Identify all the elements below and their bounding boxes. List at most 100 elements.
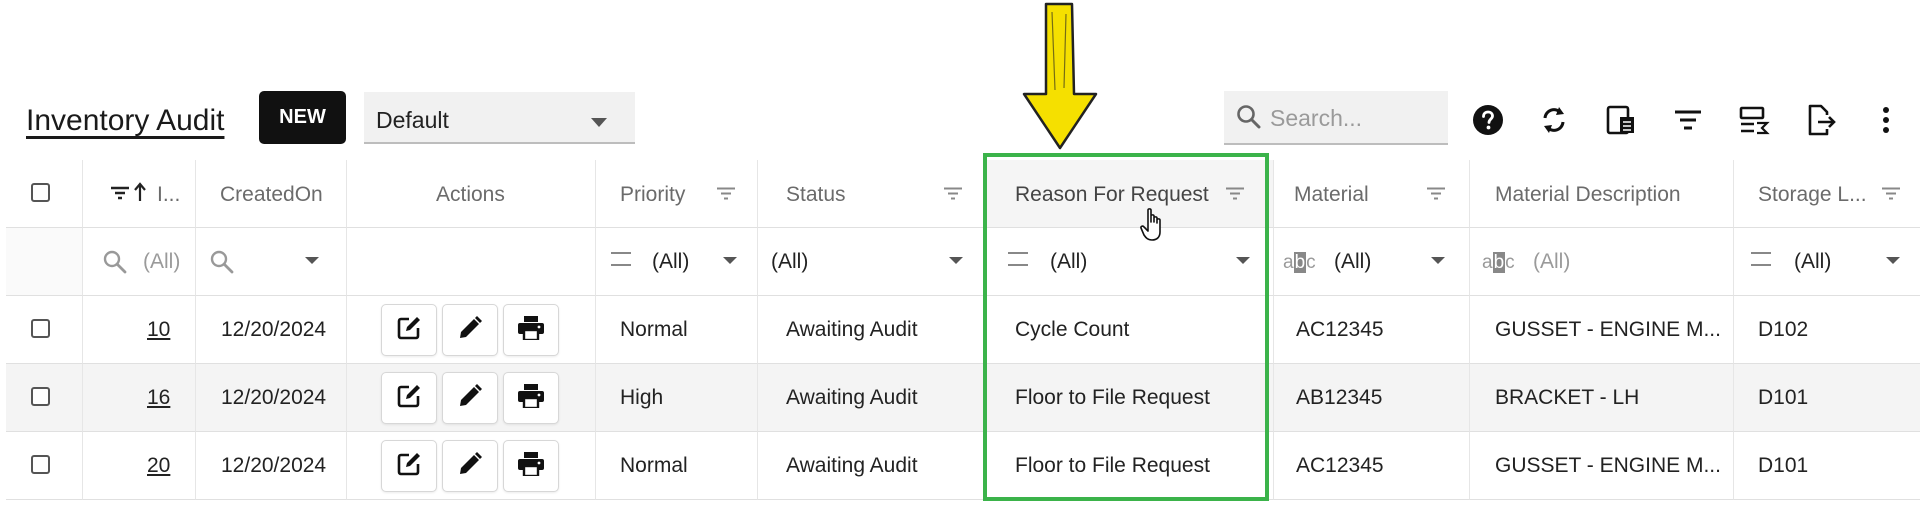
equals-operator-icon[interactable] xyxy=(611,252,631,266)
cell-material-description: GUSSET - ENGINE M... xyxy=(1470,432,1734,500)
filter-material-value: (All) xyxy=(1334,250,1372,273)
row-checkbox[interactable] xyxy=(31,319,50,338)
createdon-value: 12/20/2024 xyxy=(221,454,327,477)
table-row[interactable]: 10 12/20/2024 Normal Awaiting Audit Cycl… xyxy=(6,296,1920,364)
storage-value: D101 xyxy=(1758,454,1809,477)
column-header-material-description[interactable]: Material Description xyxy=(1470,160,1734,228)
chevron-down-icon[interactable] xyxy=(723,257,737,264)
chevron-down-icon[interactable] xyxy=(1431,257,1445,264)
row-select-cell xyxy=(6,432,83,500)
column-filter-icon[interactable] xyxy=(944,187,962,205)
text-operator-icon[interactable]: abc xyxy=(1482,252,1515,274)
new-button[interactable]: NEW xyxy=(259,91,346,144)
filter-cell-material-description[interactable]: abc (All) xyxy=(1470,228,1734,296)
cell-storage: D102 xyxy=(1734,296,1920,364)
filter-status-value: (All) xyxy=(771,250,809,273)
column-header-storage[interactable]: Storage L... xyxy=(1734,160,1920,228)
reason-value: Floor to File Request xyxy=(1015,454,1210,477)
table-row[interactable]: 20 12/20/2024 Normal Awaiting Audit Floo… xyxy=(6,432,1920,500)
view-select-value: Default xyxy=(376,107,449,133)
printer-icon xyxy=(518,315,544,345)
filter-cell-id[interactable]: (All) xyxy=(83,228,196,296)
column-header-material-label: Material xyxy=(1294,183,1369,206)
help-icon[interactable] xyxy=(1470,102,1506,138)
print-button[interactable] xyxy=(503,304,559,356)
table-row[interactable]: 16 12/20/2024 High Awaiting Audit Floor … xyxy=(6,364,1920,432)
cell-id: 20 xyxy=(83,432,196,500)
column-filter-icon[interactable] xyxy=(717,187,735,205)
filter-reason-value: (All) xyxy=(1050,250,1088,273)
column-header-actions-label: Actions xyxy=(436,183,505,206)
filter-cell-priority[interactable]: (All) xyxy=(596,228,758,296)
filter-cell-material[interactable]: abc (All) xyxy=(1274,228,1470,296)
edit-button[interactable] xyxy=(442,304,498,356)
cell-material: AC12345 xyxy=(1274,432,1470,500)
column-filter-icon[interactable] xyxy=(1427,187,1445,205)
edit-button[interactable] xyxy=(442,372,498,424)
cell-reason: Cycle Count xyxy=(986,296,1274,364)
cell-actions xyxy=(347,296,596,364)
filter-cell-status[interactable]: (All) xyxy=(758,228,986,296)
edit-square-icon xyxy=(396,451,422,482)
filter-id-value: (All) xyxy=(143,250,181,273)
summary-icon[interactable] xyxy=(1736,102,1772,138)
top-blank-area xyxy=(0,0,1920,75)
print-button[interactable] xyxy=(503,372,559,424)
more-icon[interactable] xyxy=(1868,102,1904,138)
column-header-material-description-label: Material Description xyxy=(1495,183,1681,206)
column-header-id-label: I... xyxy=(157,183,181,206)
edit-button[interactable] xyxy=(442,440,498,492)
chevron-down-icon[interactable] xyxy=(1236,257,1250,264)
cell-reason: Floor to File Request xyxy=(986,364,1274,432)
material-description-value: GUSSET - ENGINE M... xyxy=(1495,454,1721,477)
edit-form-button[interactable] xyxy=(381,372,437,424)
view-select[interactable]: Default xyxy=(364,92,635,144)
column-header-status[interactable]: Status xyxy=(758,160,986,228)
page-title[interactable]: Inventory Audit xyxy=(26,104,224,138)
edit-form-button[interactable] xyxy=(381,304,437,356)
cell-priority: Normal xyxy=(596,296,758,364)
pencil-icon xyxy=(458,451,482,481)
row-checkbox[interactable] xyxy=(31,455,50,474)
export-icon[interactable] xyxy=(1803,102,1839,138)
column-filter-icon[interactable] xyxy=(1882,187,1900,205)
material-value: AB12345 xyxy=(1296,386,1383,409)
search-input[interactable] xyxy=(1268,102,1442,134)
id-link[interactable]: 20 xyxy=(147,454,170,478)
print-button[interactable] xyxy=(503,440,559,492)
id-link[interactable]: 10 xyxy=(147,318,170,342)
chevron-down-icon xyxy=(591,114,607,132)
chevron-down-icon[interactable] xyxy=(949,257,963,264)
edit-square-icon xyxy=(396,383,422,414)
filter-row: (All) (All) (All) (All) abc (All) abc (A… xyxy=(6,228,1920,296)
column-header-reason[interactable]: Reason For Request xyxy=(986,160,1274,228)
createdon-value: 12/20/2024 xyxy=(221,386,327,409)
column-filter-icon[interactable] xyxy=(1226,187,1244,205)
text-operator-icon[interactable]: abc xyxy=(1283,252,1316,274)
column-header-storage-label: Storage L... xyxy=(1758,183,1867,206)
filter-storage-value: (All) xyxy=(1794,250,1832,273)
refresh-icon[interactable] xyxy=(1536,102,1572,138)
column-header-id[interactable]: I... xyxy=(83,160,196,228)
chevron-down-icon[interactable] xyxy=(305,257,319,264)
select-all-checkbox[interactable] xyxy=(31,183,50,202)
equals-operator-icon[interactable] xyxy=(1008,252,1028,266)
id-link[interactable]: 16 xyxy=(147,386,170,410)
column-header-priority[interactable]: Priority xyxy=(596,160,758,228)
column-header-material[interactable]: Material xyxy=(1274,160,1470,228)
search-icon xyxy=(210,250,234,279)
filter-cell-storage[interactable]: (All) xyxy=(1734,228,1920,296)
filter-icon[interactable] xyxy=(1670,102,1706,138)
column-header-createdon[interactable]: CreatedOn xyxy=(196,160,347,228)
material-value: AC12345 xyxy=(1296,318,1384,341)
edit-form-button[interactable] xyxy=(381,440,437,492)
search-box[interactable] xyxy=(1224,91,1448,145)
filter-cell-createdon[interactable] xyxy=(196,228,347,296)
status-value: Awaiting Audit xyxy=(786,386,918,409)
equals-operator-icon[interactable] xyxy=(1751,252,1771,266)
chevron-down-icon[interactable] xyxy=(1886,257,1900,264)
column-chooser-icon[interactable] xyxy=(1603,102,1639,138)
row-checkbox[interactable] xyxy=(31,387,50,406)
filter-cell-reason[interactable]: (All) xyxy=(986,228,1274,296)
filter-cell-actions xyxy=(347,228,596,296)
